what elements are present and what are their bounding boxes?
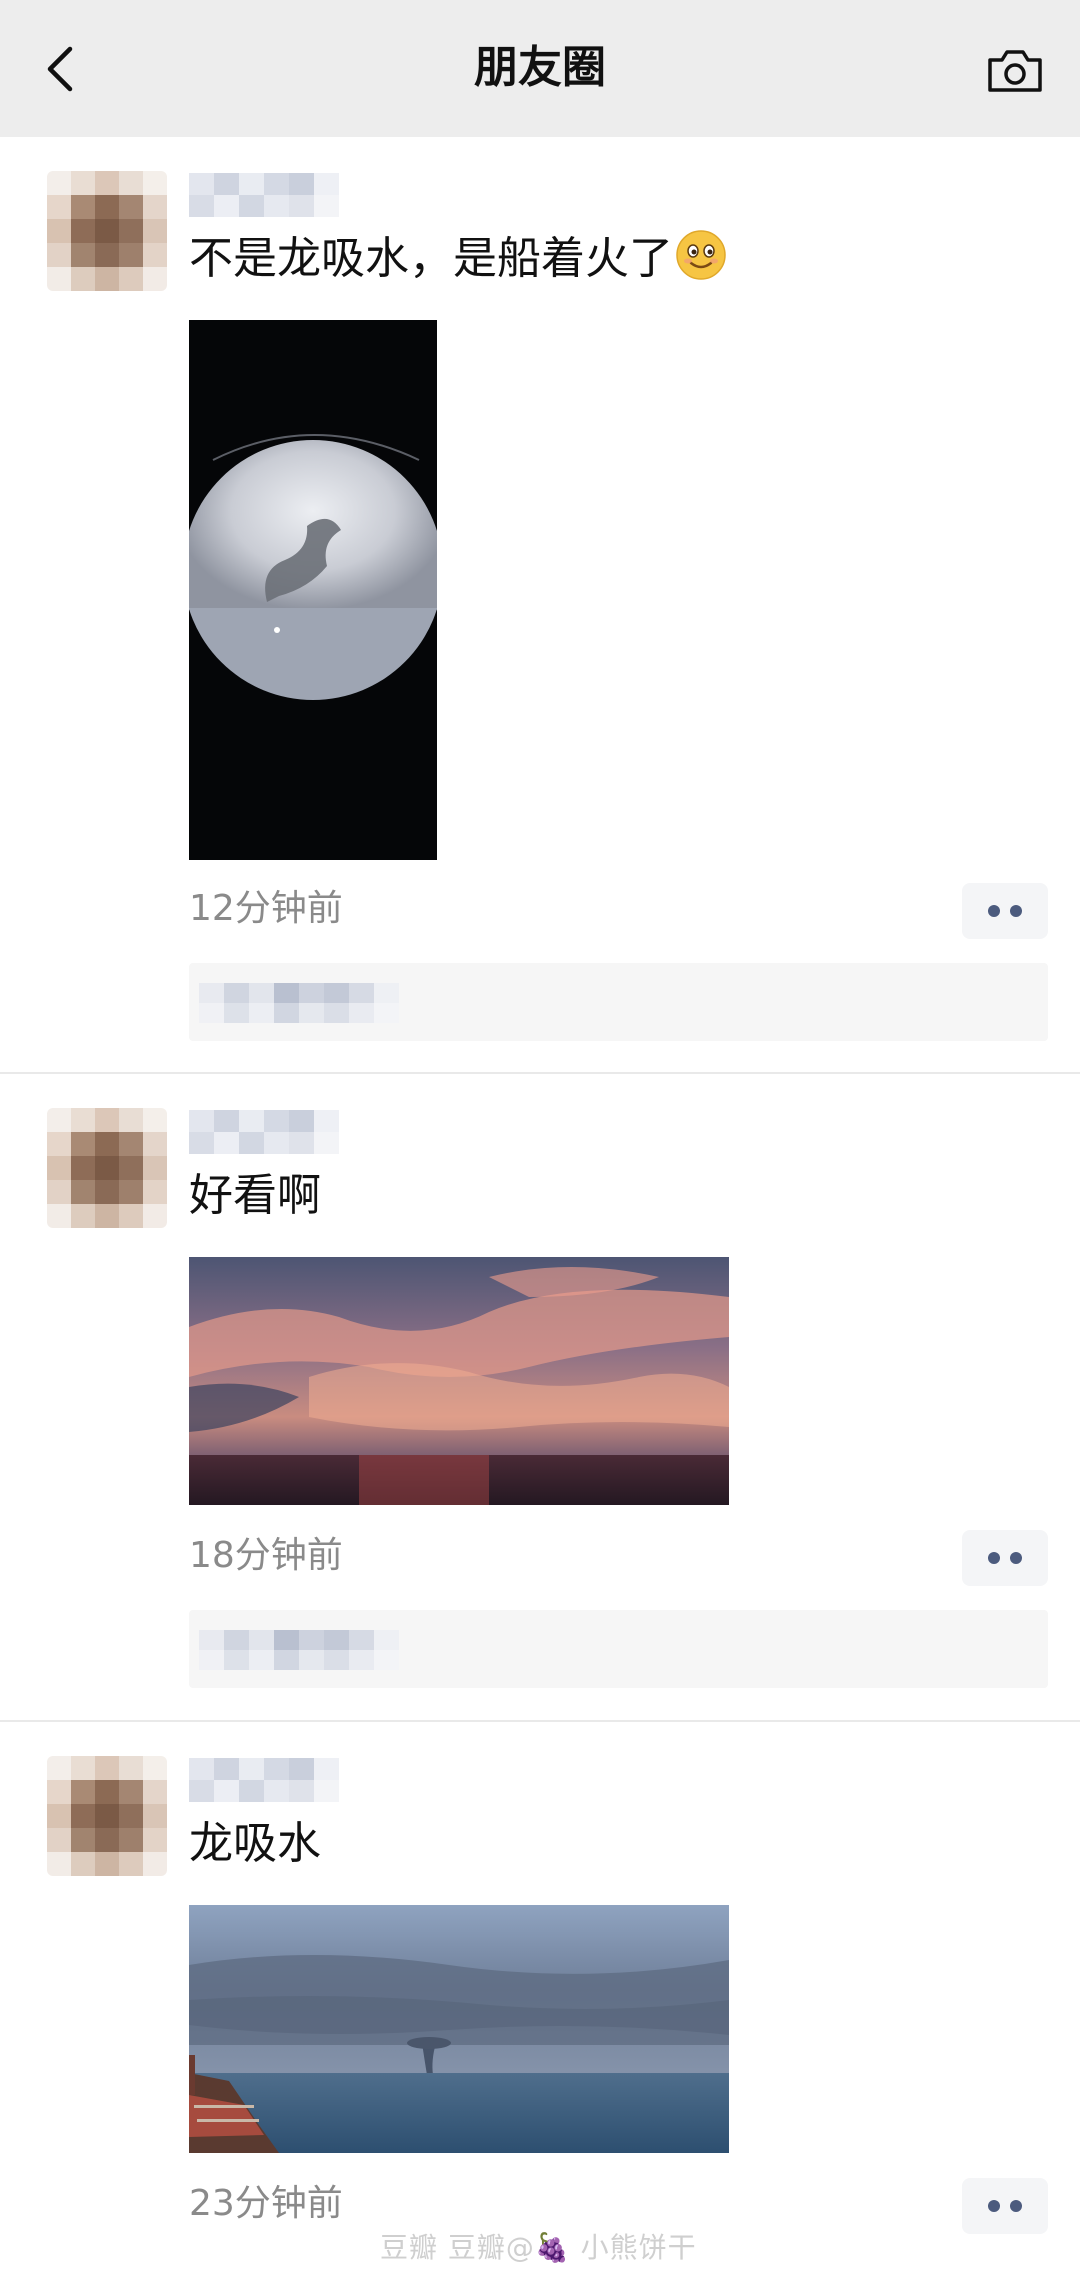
post-image[interactable] [189, 1905, 729, 2153]
dot-icon [988, 1552, 1000, 1564]
likes-names [199, 983, 399, 1023]
sunset-sea-image [189, 1257, 729, 1505]
post-image[interactable] [189, 1257, 729, 1505]
post-text: 龙吸水 [189, 1818, 321, 1869]
moments-feed: 不是龙吸水，是船着火了 12分钟前 好看啊 18分钟前 龙吸水 23分钟前 [0, 137, 1080, 2270]
avatar[interactable] [47, 1108, 167, 1228]
top-bar: 朋友圈 [0, 0, 1080, 137]
likes-comments-box [189, 963, 1048, 1041]
nickname[interactable] [189, 1110, 339, 1154]
moment-post: 好看啊 18分钟前 [0, 1074, 1080, 1722]
avatar[interactable] [47, 171, 167, 291]
likes-names [199, 1630, 399, 1670]
dot-icon [1010, 2200, 1022, 2212]
binocular-night-sea-image [189, 320, 437, 860]
post-text: 不是龙吸水，是船着火了 [189, 229, 727, 289]
post-text: 好看啊 [189, 1170, 321, 1221]
nickname[interactable] [189, 1758, 339, 1802]
nickname[interactable] [189, 173, 339, 217]
dot-icon [988, 2200, 1000, 2212]
camera-icon [988, 50, 1042, 92]
post-time: 12分钟前 [189, 888, 343, 929]
post-time: 23分钟前 [189, 2183, 343, 2224]
dot-icon [1010, 1552, 1022, 1564]
smiling-face-icon [676, 230, 726, 280]
moment-post: 不是龙吸水，是船着火了 12分钟前 [0, 137, 1080, 1074]
camera-button[interactable] [980, 40, 1050, 100]
more-options-button[interactable] [962, 1530, 1048, 1586]
page-title: 朋友圈 [474, 42, 606, 93]
waterspout-sea-image [189, 1905, 729, 2153]
watermark: 豆瓣 豆瓣@🍇 小熊饼干 [380, 2231, 697, 2264]
avatar[interactable] [47, 1756, 167, 1876]
dot-icon [988, 905, 1000, 917]
more-options-button[interactable] [962, 883, 1048, 939]
dot-icon [1010, 905, 1022, 917]
more-options-button[interactable] [962, 2178, 1048, 2234]
post-time: 18分钟前 [189, 1535, 343, 1576]
likes-comments-box [189, 1610, 1048, 1688]
moment-post: 龙吸水 23分钟前 [0, 1722, 1080, 2270]
post-image[interactable] [189, 320, 437, 860]
